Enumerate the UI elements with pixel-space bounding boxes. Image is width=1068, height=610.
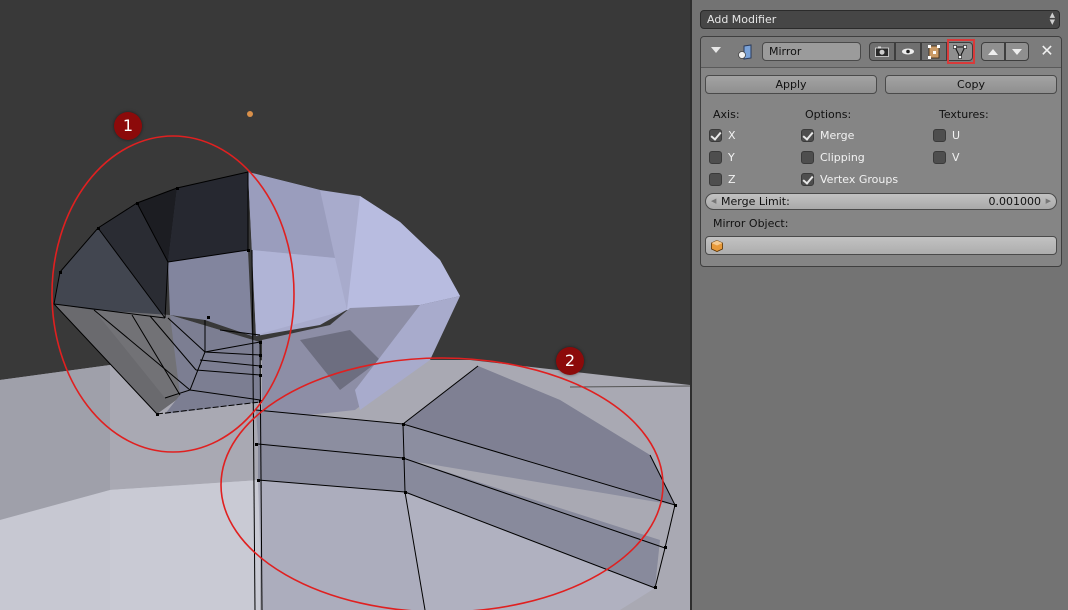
mesh-face (252, 250, 347, 335)
merge-limit-value: 0.001000 (988, 195, 1042, 208)
mesh-face (110, 480, 260, 610)
axis-x-label: X (728, 129, 736, 142)
dropdown-arrows-icon: ▲ ▼ (1049, 11, 1055, 26)
vertex-groups-label: Vertex Groups (820, 173, 899, 186)
texture-v-label: V (952, 151, 960, 164)
merge-limit-slider[interactable]: ◀ Merge Limit: 0.001000 ▶ (705, 193, 1057, 210)
modifier-header: Mirror ✕ (701, 37, 1061, 68)
checkbox-unchecked-icon (801, 151, 814, 164)
collapse-triangle-icon[interactable] (711, 47, 721, 53)
add-modifier-dropdown[interactable]: Add Modifier ▲ ▼ (700, 10, 1060, 29)
object-cube-icon (711, 240, 723, 252)
axis-y-label: Y (728, 151, 735, 164)
3d-viewport[interactable]: 1 2 (0, 0, 690, 610)
move-down-button[interactable] (1005, 42, 1029, 61)
textures-heading: Textures: (939, 108, 989, 121)
mesh-face (258, 480, 425, 610)
properties-panel: Add Modifier ▲ ▼ Mirror ✕ Apply Copy Axi… (690, 0, 1068, 610)
mirror-object-label: Mirror Object: (713, 217, 789, 230)
mirror-modifier-panel: Mirror ✕ Apply Copy Axis: Options: Textu… (700, 36, 1062, 267)
axis-y-checkbox[interactable]: Y (709, 151, 735, 164)
checkbox-unchecked-icon (709, 173, 722, 186)
annotation-badge-2: 2 (556, 347, 584, 375)
merge-checkbox[interactable]: Merge (801, 129, 854, 142)
mirror-modifier-icon (738, 44, 752, 60)
annotation-badge-1: 1 (114, 112, 142, 140)
texture-v-checkbox[interactable]: V (933, 151, 960, 164)
viewport-toggle[interactable] (895, 42, 921, 61)
checkbox-checked-icon (801, 129, 814, 142)
remove-modifier-close-icon[interactable]: ✕ (1039, 43, 1055, 59)
arrow-down-icon (1012, 48, 1022, 55)
move-up-button[interactable] (981, 42, 1005, 61)
decrement-arrow-icon[interactable]: ◀ (711, 194, 716, 209)
edit-mode-toggle[interactable] (921, 42, 947, 61)
vertex-groups-checkbox[interactable]: Vertex Groups (801, 173, 898, 186)
object-origin (247, 111, 253, 117)
mesh-face (168, 172, 248, 262)
edit-mode-icon (928, 44, 940, 59)
texture-u-checkbox[interactable]: U (933, 129, 960, 142)
modifier-name-field[interactable]: Mirror (762, 42, 861, 61)
merge-limit-label: Merge Limit: (721, 195, 790, 208)
apply-button[interactable]: Apply (705, 75, 877, 94)
increment-arrow-icon[interactable]: ▶ (1046, 194, 1051, 209)
add-modifier-label: Add Modifier (707, 13, 777, 26)
copy-button[interactable]: Copy (885, 75, 1057, 94)
texture-u-label: U (952, 129, 961, 142)
clipping-label: Clipping (820, 151, 865, 164)
mesh-render (0, 111, 690, 610)
axis-z-label: Z (728, 173, 736, 186)
highlight-box (947, 39, 975, 64)
checkbox-checked-icon (709, 129, 722, 142)
merge-label: Merge (820, 129, 855, 142)
mirror-object-field[interactable] (705, 236, 1057, 255)
options-heading: Options: (805, 108, 852, 121)
checkbox-unchecked-icon (709, 151, 722, 164)
clipping-checkbox[interactable]: Clipping (801, 151, 865, 164)
checkbox-unchecked-icon (933, 151, 946, 164)
checkbox-unchecked-icon (933, 129, 946, 142)
viewport-eye-icon (902, 48, 914, 55)
arrow-up-icon (988, 48, 998, 55)
axis-heading: Axis: (713, 108, 740, 121)
mesh-face (347, 196, 460, 310)
axis-x-checkbox[interactable]: X (709, 129, 736, 142)
axis-z-checkbox[interactable]: Z (709, 173, 736, 186)
render-toggle[interactable] (869, 42, 895, 61)
checkbox-checked-icon (801, 173, 814, 186)
render-camera-icon (875, 46, 889, 57)
